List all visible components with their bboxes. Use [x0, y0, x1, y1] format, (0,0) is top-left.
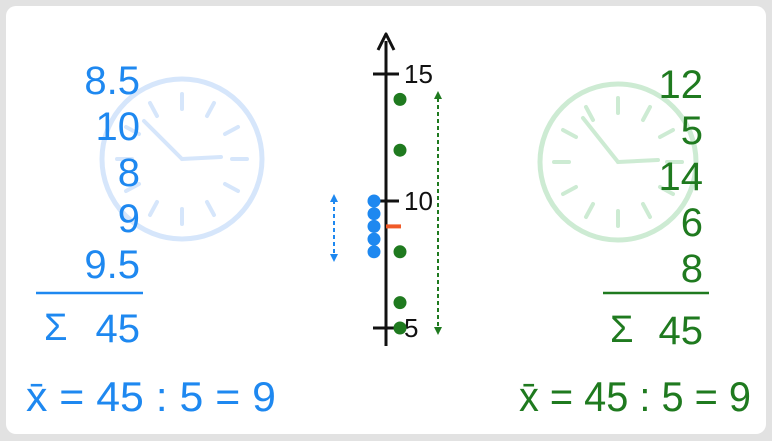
- left-value: 8.5: [84, 59, 140, 103]
- right-value: 5: [681, 109, 703, 153]
- left-sum: 45: [96, 307, 141, 351]
- number-line: 51015: [330, 32, 442, 346]
- blue-range-arrow: [330, 194, 338, 262]
- right-sum-symbol: Σ: [610, 309, 634, 351]
- axis-tick-label: 15: [404, 59, 433, 89]
- blue-data-point: [367, 219, 381, 233]
- right-value: 6: [681, 201, 703, 245]
- blue-data-point: [367, 245, 381, 259]
- green-data-point: [393, 296, 407, 310]
- blue-data-point: [367, 232, 381, 246]
- blue-data-point: [367, 194, 381, 208]
- left-sum-symbol: Σ: [44, 307, 68, 349]
- right-value: 14: [659, 155, 704, 199]
- green-data-point: [393, 245, 407, 259]
- green-data-point: [393, 143, 407, 157]
- right-value: 12: [659, 63, 704, 107]
- left-value: 9.5: [84, 243, 140, 287]
- right-mean-formula: x̄ = 45 : 5 = 9: [519, 373, 751, 420]
- left-value: 9: [118, 197, 140, 241]
- green-range-arrow: [434, 91, 442, 335]
- right-value: 8: [681, 247, 703, 291]
- left-mean-formula: x̄ = 45 : 5 = 9: [26, 373, 276, 420]
- left-value: 10: [96, 105, 141, 149]
- scene: 8.5 10 8 9 9.5 Σ 45 x̄ = 45 : 5 = 9 12 5…: [26, 32, 751, 420]
- blue-data-point: [367, 207, 381, 221]
- right-values: 12 5 14 6 8: [659, 63, 704, 291]
- axis-tick-label: 10: [404, 186, 433, 216]
- board: 8.5 10 8 9 9.5 Σ 45 x̄ = 45 : 5 = 9 12 5…: [6, 6, 766, 434]
- left-values: 8.5 10 8 9 9.5: [84, 59, 140, 287]
- left-value: 8: [118, 151, 140, 195]
- green-data-point: [393, 92, 407, 106]
- right-sum: 45: [659, 309, 704, 353]
- green-data-point: [393, 321, 407, 335]
